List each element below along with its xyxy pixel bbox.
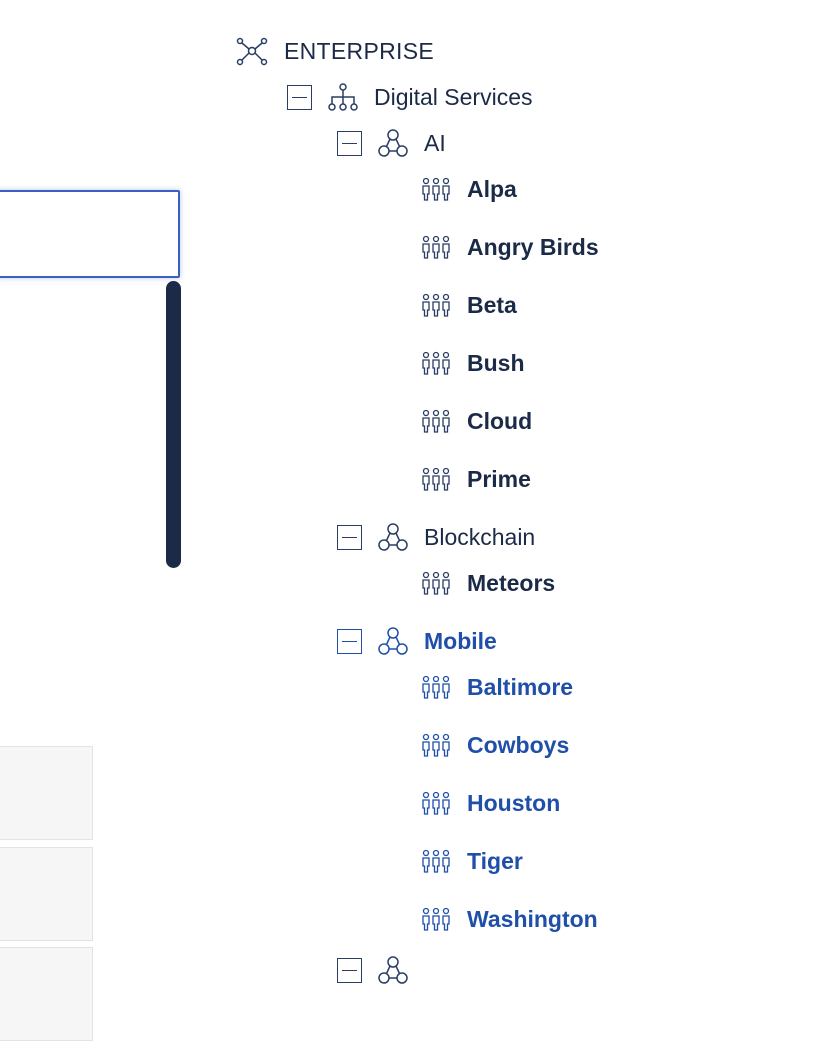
tree-node-label: Baltimore <box>467 674 574 700</box>
tree-leaf-team[interactable]: Baltimore <box>421 667 573 707</box>
tree-node-label: Prime <box>467 466 531 492</box>
team-icon <box>421 408 451 434</box>
tree-node-label: Angry Birds <box>467 234 599 260</box>
tree-node-label: Alpa <box>467 176 517 202</box>
tree-leaf-team[interactable]: Alpa <box>421 169 517 209</box>
collapse-toggle[interactable] <box>337 524 362 550</box>
tree-node-digital-services[interactable]: Digital Services <box>287 77 533 117</box>
collapse-toggle[interactable] <box>337 628 362 654</box>
tree-node-ai[interactable]: AI <box>337 123 446 163</box>
tree-node-mobile[interactable]: Mobile <box>337 621 497 661</box>
team-icon <box>421 234 451 260</box>
tree-leaf-team[interactable]: Tiger <box>421 841 523 881</box>
tree-node-label: Blockchain <box>424 524 536 550</box>
team-icon <box>421 674 451 700</box>
team-icon <box>421 350 451 376</box>
tree-node-enterprise[interactable]: ENTERPRISE <box>236 31 434 71</box>
focused-input-panel[interactable] <box>0 190 180 278</box>
group-triad-icon <box>378 522 408 552</box>
team-icon <box>421 906 451 932</box>
tree-leaf-team[interactable]: Bush <box>421 343 525 383</box>
collapse-toggle[interactable] <box>287 84 312 110</box>
tree-node-label: Cowboys <box>467 732 570 758</box>
collapse-toggle[interactable] <box>337 957 362 983</box>
tree-node-label: AI <box>424 130 446 156</box>
tree-leaf-team[interactable]: Houston <box>421 783 560 823</box>
tree-node-label: Beta <box>467 292 517 318</box>
tree-node-label: Digital Services <box>374 84 533 110</box>
group-triad-icon <box>378 626 408 656</box>
tree-node-blockchain[interactable]: Blockchain <box>337 517 535 557</box>
tree-node-next-partial[interactable] <box>337 950 424 990</box>
network-hub-icon <box>236 36 268 66</box>
tree-node-label: Mobile <box>424 628 497 654</box>
list-card[interactable] <box>0 746 93 840</box>
list-card[interactable] <box>0 847 93 941</box>
tree-leaf-team[interactable]: Meteors <box>421 563 555 603</box>
tree-leaf-team[interactable]: Cowboys <box>421 725 569 765</box>
team-icon <box>421 466 451 492</box>
tree-node-label: Meteors <box>467 570 556 596</box>
tree-node-label: ENTERPRISE <box>284 38 434 64</box>
tree-node-label: Cloud <box>467 408 533 434</box>
tree-node-label: Tiger <box>467 848 523 874</box>
team-icon <box>421 732 451 758</box>
team-icon <box>421 292 451 318</box>
team-icon <box>421 848 451 874</box>
collapse-toggle[interactable] <box>337 130 362 156</box>
scrollbar-thumb[interactable] <box>166 281 181 568</box>
tree-node-label: Bush <box>467 350 525 376</box>
team-icon <box>421 570 451 596</box>
tree-leaf-team[interactable]: Cloud <box>421 401 532 441</box>
team-icon <box>421 790 451 816</box>
hierarchy-icon <box>328 82 358 112</box>
tree-leaf-team[interactable]: Angry Birds <box>421 227 599 267</box>
list-card[interactable] <box>0 947 93 1041</box>
tree-node-label: Houston <box>467 790 561 816</box>
group-triad-icon <box>378 128 408 158</box>
group-triad-icon <box>378 955 408 985</box>
team-icon <box>421 176 451 202</box>
tree-leaf-team[interactable]: Beta <box>421 285 517 325</box>
tree-leaf-team[interactable]: Prime <box>421 459 531 499</box>
tree-node-label: Washington <box>467 906 598 932</box>
tree-leaf-team[interactable]: Washington <box>421 899 598 939</box>
